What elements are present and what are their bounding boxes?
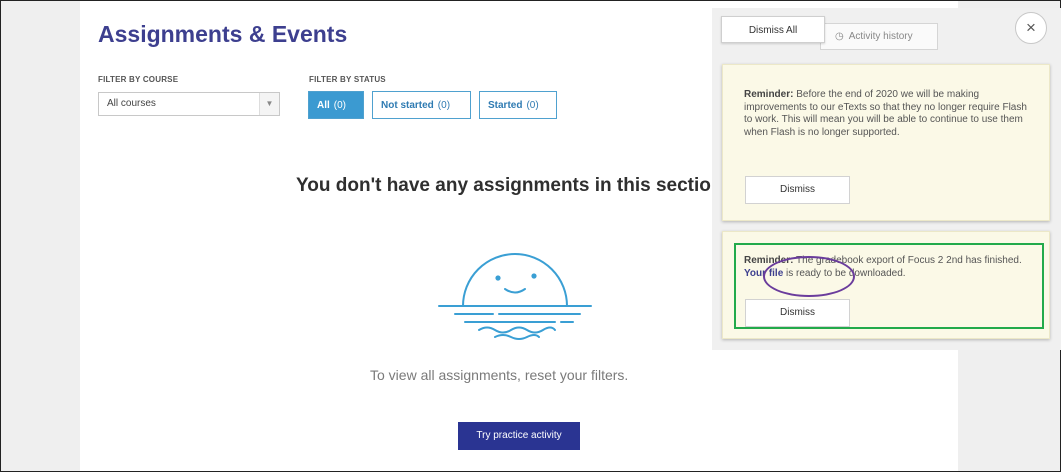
notification-prefix: Reminder: bbox=[744, 89, 794, 100]
activity-history-button[interactable]: ◷ Activity history bbox=[820, 23, 938, 50]
chevron-down-icon: ▼ bbox=[259, 93, 279, 115]
course-select-value: All courses bbox=[107, 98, 156, 109]
status-filter-not-started[interactable]: Not started (0) bbox=[372, 91, 471, 119]
sunset-smile-icon bbox=[438, 253, 592, 340]
dismiss-button[interactable]: Dismiss bbox=[745, 176, 850, 204]
status-filter-label: FILTER BY STATUS bbox=[309, 75, 386, 84]
close-icon[interactable]: × bbox=[1015, 12, 1047, 44]
status-filter-label-text: Started bbox=[488, 100, 523, 111]
highlight-ellipse bbox=[763, 256, 855, 297]
notification-text: Reminder: Before the end of 2020 we will… bbox=[744, 89, 1034, 139]
course-filter-label: FILTER BY COURSE bbox=[98, 75, 179, 84]
status-filter-count: (0) bbox=[333, 100, 347, 111]
status-filter-all[interactable]: All (0) bbox=[308, 91, 364, 119]
status-filter-count: (0) bbox=[526, 100, 539, 111]
empty-state-title: You don't have any assignments in this s… bbox=[296, 175, 711, 196]
clock-icon: ◷ bbox=[835, 31, 844, 42]
status-filter-started[interactable]: Started (0) bbox=[479, 91, 557, 119]
empty-state-subtitle: To view all assignments, reset your filt… bbox=[370, 367, 629, 383]
status-filter-label-text: All bbox=[317, 100, 330, 111]
try-practice-activity-button[interactable]: Try practice activity bbox=[458, 422, 580, 450]
page-title: Assignments & Events bbox=[98, 21, 348, 47]
status-filter-count: (0) bbox=[437, 100, 451, 111]
activity-history-label: Activity history bbox=[848, 31, 913, 42]
course-select[interactable]: All courses ▼ bbox=[98, 92, 280, 116]
status-filter-label-text: Not started bbox=[381, 100, 434, 111]
dismiss-all-button[interactable]: Dismiss All bbox=[721, 16, 825, 43]
notification-card: Reminder: Before the end of 2020 we will… bbox=[722, 64, 1050, 221]
